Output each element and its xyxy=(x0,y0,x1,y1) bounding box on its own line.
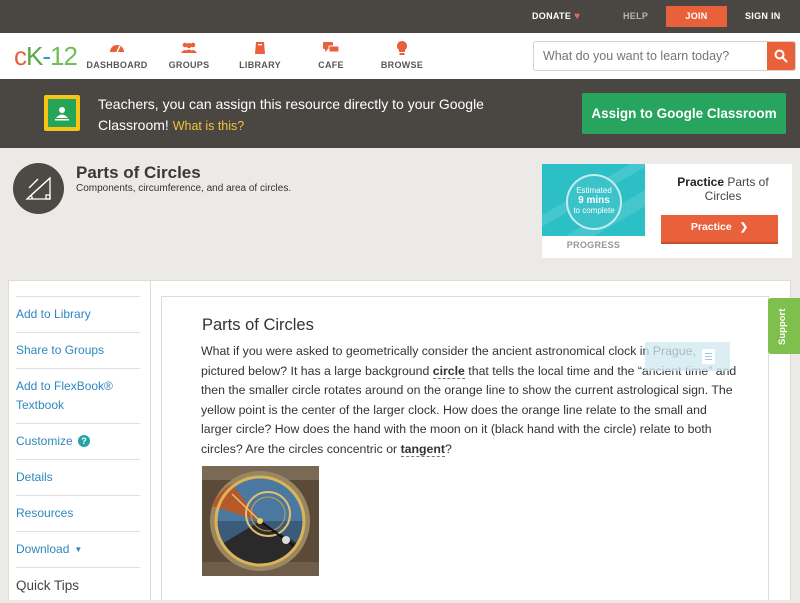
library-icon xyxy=(225,41,295,57)
help-link[interactable]: HELP xyxy=(623,11,648,21)
support-label: Support xyxy=(777,308,788,345)
page-title: Parts of Circles xyxy=(76,163,201,182)
sign-in-link[interactable]: SIGN IN xyxy=(745,11,781,21)
side-nav: Add to Library Share to Groups Add to Fl… xyxy=(16,296,140,603)
estimate-label: Estimated xyxy=(576,186,612,195)
dashboard-icon xyxy=(82,41,152,57)
nav-label: CAFE xyxy=(318,60,344,70)
nav-label: BROWSE xyxy=(380,60,424,70)
geometry-icon xyxy=(13,163,64,214)
search-icon xyxy=(774,49,788,63)
add-note-button[interactable] xyxy=(645,342,730,371)
estimate-complete: to complete xyxy=(573,206,615,215)
caret-down-icon: ▼ xyxy=(74,545,83,554)
practice-button[interactable]: Practice ❯ xyxy=(661,215,778,244)
add-to-library-link[interactable]: Add to Library xyxy=(16,296,140,332)
estimate-mins: 9 mins xyxy=(578,195,610,206)
groups-icon xyxy=(154,41,224,57)
cafe-icon xyxy=(296,41,366,57)
add-to-flexbook-link[interactable]: Add to FlexBook® Textbook xyxy=(16,368,140,423)
nav-label: DASHBOARD xyxy=(86,60,148,70)
term-tangent-link[interactable]: tangent xyxy=(400,441,445,457)
banner-text: Teachers, you can assign this resource d… xyxy=(98,94,538,137)
nav-item-cafe[interactable]: CAFE xyxy=(296,41,366,70)
browse-icon xyxy=(367,41,437,57)
help-icon[interactable]: ? xyxy=(78,435,91,447)
practice-card: Estimated 9 mins to complete PROGRESS Pr… xyxy=(542,164,792,258)
note-icon xyxy=(702,349,715,364)
practice-button-label: Practice xyxy=(690,221,732,233)
details-link[interactable]: Details xyxy=(16,459,140,495)
nav-item-groups[interactable]: GROUPS xyxy=(154,41,224,70)
progress-area: Estimated 9 mins to complete xyxy=(542,164,645,236)
estimate-badge: Estimated 9 mins to complete xyxy=(566,174,622,230)
page-subtitle: Components, circumference, and area of c… xyxy=(76,183,292,194)
banner-message: Teachers, you can assign this resource d… xyxy=(98,96,484,133)
search-button[interactable] xyxy=(767,42,795,70)
support-tab[interactable]: Support xyxy=(768,298,800,354)
nav-item-library[interactable]: LIBRARY xyxy=(225,41,295,70)
nav-label: GROUPS xyxy=(168,60,210,70)
customize-label: Customize xyxy=(16,434,73,448)
share-to-groups-link[interactable]: Share to Groups xyxy=(16,332,140,368)
nav-label: LIBRARY xyxy=(239,60,281,70)
what-is-this-link[interactable]: What is this? xyxy=(173,119,245,133)
practice-title-bold: Practice xyxy=(677,175,724,189)
practice-title: Practice Parts of Circles xyxy=(663,175,783,203)
resources-link[interactable]: Resources xyxy=(16,495,140,531)
search-box xyxy=(533,41,796,71)
download-label: Download xyxy=(16,542,70,556)
assign-google-classroom-button[interactable]: Assign to Google Classroom xyxy=(582,93,786,134)
nav-item-browse[interactable]: BROWSE xyxy=(367,41,437,70)
chevron-right-icon: ❯ xyxy=(739,222,749,233)
join-button[interactable]: JOIN xyxy=(666,6,727,27)
divider xyxy=(150,281,151,600)
top-bar: DONATE ♥ HELP JOIN SIGN IN xyxy=(0,0,800,33)
heart-icon: ♥ xyxy=(574,11,581,22)
lesson-text-part: ? xyxy=(444,441,452,456)
customize-link[interactable]: Customize ? xyxy=(16,423,140,459)
quick-tips-heading: Quick Tips xyxy=(16,567,140,603)
google-classroom-icon xyxy=(44,95,80,131)
astronomical-clock-image xyxy=(202,466,319,576)
search-input[interactable] xyxy=(534,42,768,70)
download-link[interactable]: Download ▼ xyxy=(16,531,140,567)
donate-label: DONATE xyxy=(532,11,572,21)
progress-label: PROGRESS xyxy=(566,240,621,250)
term-circle-link[interactable]: circle xyxy=(432,363,465,379)
nav-item-dashboard[interactable]: DASHBOARD xyxy=(82,41,152,70)
ck12-logo[interactable]: cK-12 xyxy=(14,42,78,70)
lesson-title: Parts of Circles xyxy=(202,316,314,334)
donate-link[interactable]: DONATE ♥ xyxy=(532,11,580,22)
